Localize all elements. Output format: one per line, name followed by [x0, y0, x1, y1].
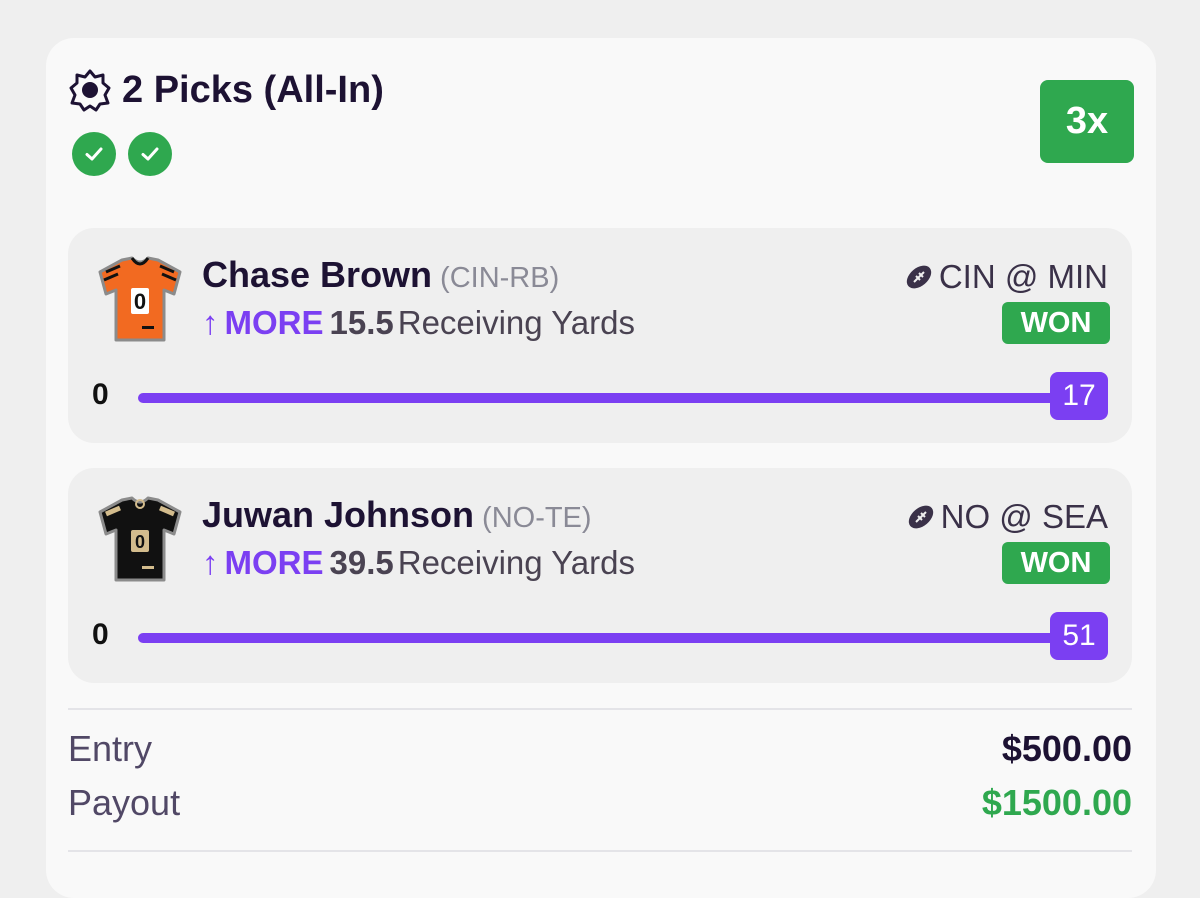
pick-card[interactable]: 0 Chase Brown (CIN-RB) ↑ MORE 15.5 Receiving… [68, 228, 1132, 443]
result-value: 17 [1050, 372, 1108, 420]
player-name: Juwan Johnson [202, 494, 475, 535]
pick-value: 15.5 [329, 304, 394, 341]
progress-track [138, 393, 1058, 403]
divider [68, 708, 1132, 710]
pick-direction: MORE [224, 544, 324, 581]
result-value: 51 [1050, 612, 1108, 660]
game-label: NO @ SEA [940, 498, 1108, 535]
pick-value: 39.5 [329, 544, 394, 581]
entry-amount: $500.00 [1001, 728, 1132, 769]
range-start: 0 [92, 618, 109, 651]
status-badge: WON [1002, 542, 1110, 584]
check-icon [72, 132, 116, 176]
pick-direction: MORE [224, 304, 324, 341]
pick-stat: Receiving Yards [397, 544, 635, 581]
game-matchup: CIN @ MIN [903, 258, 1108, 296]
payout-row: Payout $1500.00 [68, 782, 1132, 824]
pick-stat: Receiving Yards [397, 304, 635, 341]
player-position: (NO-TE) [482, 502, 592, 534]
check-icon [128, 132, 172, 176]
game-matchup: NO @ SEA [905, 498, 1108, 536]
sun-badge-icon [69, 69, 111, 112]
football-icon [906, 265, 932, 289]
entry-card[interactable]: 2 Picks (All-In) 3x 0 Chase Brown (CIN-RB… [46, 38, 1156, 898]
pick-line: ↑ MORE 39.5 Receiving Yards [202, 544, 635, 582]
multiplier-badge: 3x [1040, 80, 1134, 163]
status-badge: WON [1002, 302, 1110, 344]
progress-track [138, 633, 1058, 643]
football-icon [908, 505, 933, 529]
payout-label: Payout [68, 782, 181, 823]
arrow-up-icon: ↑ [202, 304, 219, 341]
player-position: (CIN-RB) [440, 262, 560, 294]
game-label: CIN @ MIN [938, 258, 1108, 295]
page-title: 2 Picks (All-In) [122, 68, 384, 111]
jersey-icon: 0 [98, 256, 182, 342]
entry-label: Entry [68, 728, 153, 769]
range-start: 0 [92, 378, 109, 411]
card-header: 2 Picks (All-In) [68, 68, 384, 176]
svg-text:0: 0 [134, 289, 146, 314]
arrow-up-icon: ↑ [202, 544, 219, 581]
divider [68, 850, 1132, 852]
entry-row: Entry $500.00 [68, 728, 1132, 770]
pick-card[interactable]: 0 Juwan Johnson (NO-TE) ↑ MORE 39.5 Receivin… [68, 468, 1132, 683]
pick-results [72, 132, 384, 176]
jersey-icon: 0 [98, 496, 182, 582]
pick-line: ↑ MORE 15.5 Receiving Yards [202, 304, 635, 342]
svg-text:0: 0 [135, 532, 145, 552]
player-name: Chase Brown [202, 254, 433, 295]
payout-amount: $1500.00 [981, 782, 1132, 823]
